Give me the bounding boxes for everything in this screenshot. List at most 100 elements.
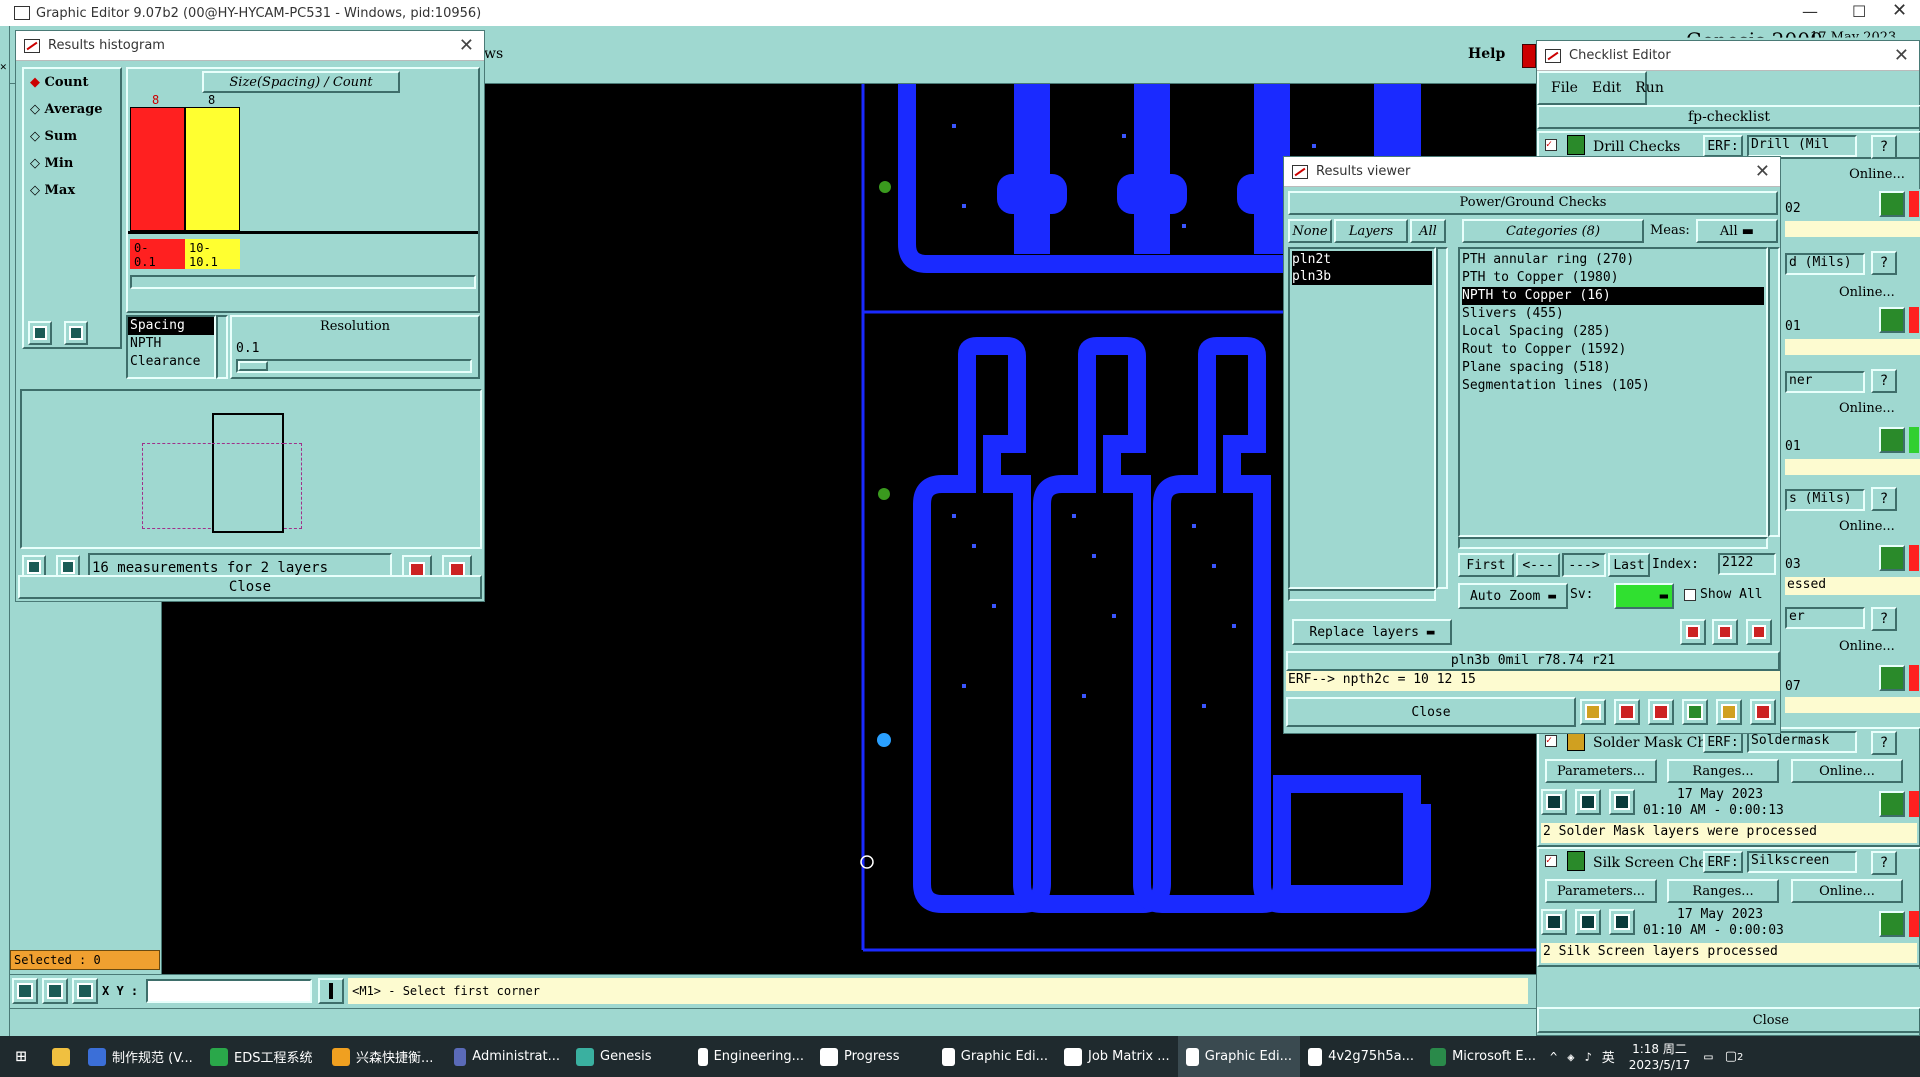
refresh-icon[interactable]: [64, 321, 88, 345]
slider-thumb[interactable]: [238, 361, 268, 371]
stop-icon[interactable]: [1609, 789, 1635, 815]
nav-first-button[interactable]: First: [1458, 553, 1514, 577]
help-icon[interactable]: ?: [1871, 135, 1897, 159]
run-all-icon[interactable]: [1575, 789, 1601, 815]
taskbar-item[interactable]: Administrat...: [446, 1036, 568, 1077]
mode-average[interactable]: ◇ Average: [30, 102, 103, 117]
list-vscroll[interactable]: [216, 315, 228, 379]
zoom-icon[interactable]: [1879, 191, 1905, 217]
tool-icon-3[interactable]: [1648, 699, 1674, 725]
help-icon[interactable]: ?: [1871, 487, 1897, 511]
category-item[interactable]: Rout to Copper (1592): [1462, 341, 1764, 359]
tray-chevron-icon[interactable]: ^: [1550, 1050, 1557, 1064]
nav-last-button[interactable]: Last: [1608, 553, 1650, 577]
online-partial-4[interactable]: Online...: [1839, 639, 1895, 654]
layers-list[interactable]: pln2t pln3b: [1288, 247, 1436, 589]
menu-edit[interactable]: Edit: [1592, 80, 1621, 96]
checklist-close-button[interactable]: Close: [1537, 1007, 1920, 1033]
xy-input[interactable]: [146, 978, 313, 1003]
nav-prev-button[interactable]: <---: [1516, 553, 1560, 577]
layers-vscroll[interactable]: [1436, 247, 1448, 589]
layers-hscroll[interactable]: [1288, 589, 1436, 601]
categories-list[interactable]: PTH annular ring (270) PTH to Copper (19…: [1458, 247, 1768, 537]
categories-button[interactable]: Categories (8): [1462, 219, 1644, 243]
viewer-close-button[interactable]: Close: [1286, 697, 1576, 727]
minimize-icon[interactable]: —: [1802, 2, 1818, 21]
histogram-hscroll[interactable]: [130, 275, 476, 289]
taskbar-item[interactable]: EDS工程系统: [202, 1036, 324, 1077]
list-item-clearance[interactable]: Clearance: [128, 353, 214, 371]
online-partial-1[interactable]: Online...: [1839, 285, 1895, 300]
mode-min[interactable]: ◇ Min: [30, 156, 73, 171]
taskbar-item[interactable]: 兴森快捷衡...: [324, 1036, 446, 1077]
tool-measure-icon[interactable]: [42, 977, 68, 1004]
edit-x-icon[interactable]: ✕: [0, 60, 9, 86]
file-explorer-icon[interactable]: [42, 1047, 80, 1066]
help-icon[interactable]: ?: [1871, 607, 1897, 631]
erf-partial-1[interactable]: d (Mils): [1785, 253, 1865, 275]
categories-vscroll[interactable]: [1768, 247, 1780, 537]
zoom-icon[interactable]: [1879, 911, 1905, 937]
mode-count[interactable]: ◆ Count: [30, 75, 88, 90]
auto-zoom-select[interactable]: Auto Zoom ▬: [1458, 583, 1568, 609]
zoom-icon[interactable]: [1879, 665, 1905, 691]
solder-label[interactable]: Solder Mask Ch: [1593, 735, 1706, 751]
histogram-bar-1[interactable]: [130, 107, 185, 231]
ime-label[interactable]: 英: [1602, 1047, 1615, 1066]
tool-icon-2[interactable]: [1614, 699, 1640, 725]
clock[interactable]: 1:18 周二 2023/5/17: [1629, 1041, 1691, 1073]
layer-item[interactable]: pln2t: [1292, 251, 1432, 268]
menu-help[interactable]: Help: [1468, 46, 1505, 62]
layer-item[interactable]: pln3b: [1292, 268, 1432, 285]
taskbar-item[interactable]: Job Matrix ...: [1056, 1036, 1178, 1077]
undo-icon[interactable]: [1746, 619, 1772, 645]
silk-label[interactable]: Silk Screen Che: [1593, 855, 1707, 871]
mode-sum[interactable]: ◇ Sum: [30, 129, 77, 144]
taskbar-item[interactable]: 制作规范 (V...: [80, 1036, 202, 1077]
solder-checkbox[interactable]: ✓: [1545, 735, 1557, 747]
taskbar-item[interactable]: Microsoft E...: [1422, 1036, 1544, 1077]
category-item[interactable]: Slivers (455): [1462, 305, 1764, 323]
category-item-selected[interactable]: NPTH to Copper (16): [1462, 287, 1764, 305]
histogram-titlebar[interactable]: Results histogram ✕: [16, 31, 484, 61]
help-icon[interactable]: ?: [1871, 731, 1897, 755]
drill-label[interactable]: Drill Checks: [1593, 139, 1680, 155]
replace-layers-select[interactable]: Replace layers ▬: [1292, 619, 1452, 645]
silk-online-button[interactable]: Online...: [1791, 879, 1903, 903]
checklist-titlebar[interactable]: Checklist Editor ✕: [1537, 41, 1919, 71]
taskbar-item[interactable]: Progress: [812, 1036, 934, 1077]
category-item[interactable]: Plane spacing (518): [1462, 359, 1764, 377]
tool-icon-5[interactable]: [1716, 699, 1742, 725]
measure-list[interactable]: Spacing NPTH Clearance: [126, 315, 216, 379]
taskbar-item-active[interactable]: Graphic Edi...: [1178, 1036, 1300, 1077]
zoom-icon[interactable]: [1879, 791, 1905, 817]
close-icon[interactable]: ✕: [1894, 45, 1909, 66]
category-item[interactable]: Local Spacing (285): [1462, 323, 1764, 341]
solder-online-button[interactable]: Online...: [1791, 759, 1903, 783]
category-item[interactable]: PTH annular ring (270): [1462, 251, 1764, 269]
help-icon[interactable]: ?: [1871, 851, 1897, 875]
layers-button[interactable]: Layers: [1334, 219, 1408, 243]
viewer-titlebar[interactable]: Results viewer ✕: [1284, 157, 1780, 187]
close-icon[interactable]: ✕: [1755, 161, 1770, 182]
close-icon[interactable]: ✕: [459, 35, 474, 56]
start-icon[interactable]: ⊞: [0, 1046, 42, 1067]
category-item[interactable]: PTH to Copper (1980): [1462, 269, 1764, 287]
refresh-icon[interactable]: [1712, 619, 1738, 645]
erf-partial-2[interactable]: ner: [1785, 371, 1865, 393]
menu-ws-partial[interactable]: ws: [484, 46, 503, 62]
histogram-close-button[interactable]: Close: [18, 575, 482, 599]
show-desktop-icon[interactable]: ▭: [1704, 1049, 1712, 1065]
list-item-spacing[interactable]: Spacing: [128, 317, 214, 335]
zoom-icon[interactable]: [1879, 545, 1905, 571]
show-all-checkbox[interactable]: [1684, 589, 1696, 601]
zoom-icon[interactable]: [1879, 307, 1905, 333]
taskbar-item[interactable]: Genesis: [568, 1036, 690, 1077]
menu-run[interactable]: Run: [1635, 80, 1664, 96]
erf-partial-3[interactable]: s (Mils): [1785, 489, 1865, 511]
drill-erf-value[interactable]: Drill (Mil: [1747, 135, 1857, 157]
taskbar-item[interactable]: 4v2g75h5a...: [1300, 1036, 1422, 1077]
drill-online-button[interactable]: Online...: [1837, 163, 1917, 185]
category-item[interactable]: Segmentation lines (105): [1462, 377, 1764, 395]
close-icon[interactable]: ✕: [1892, 0, 1907, 21]
